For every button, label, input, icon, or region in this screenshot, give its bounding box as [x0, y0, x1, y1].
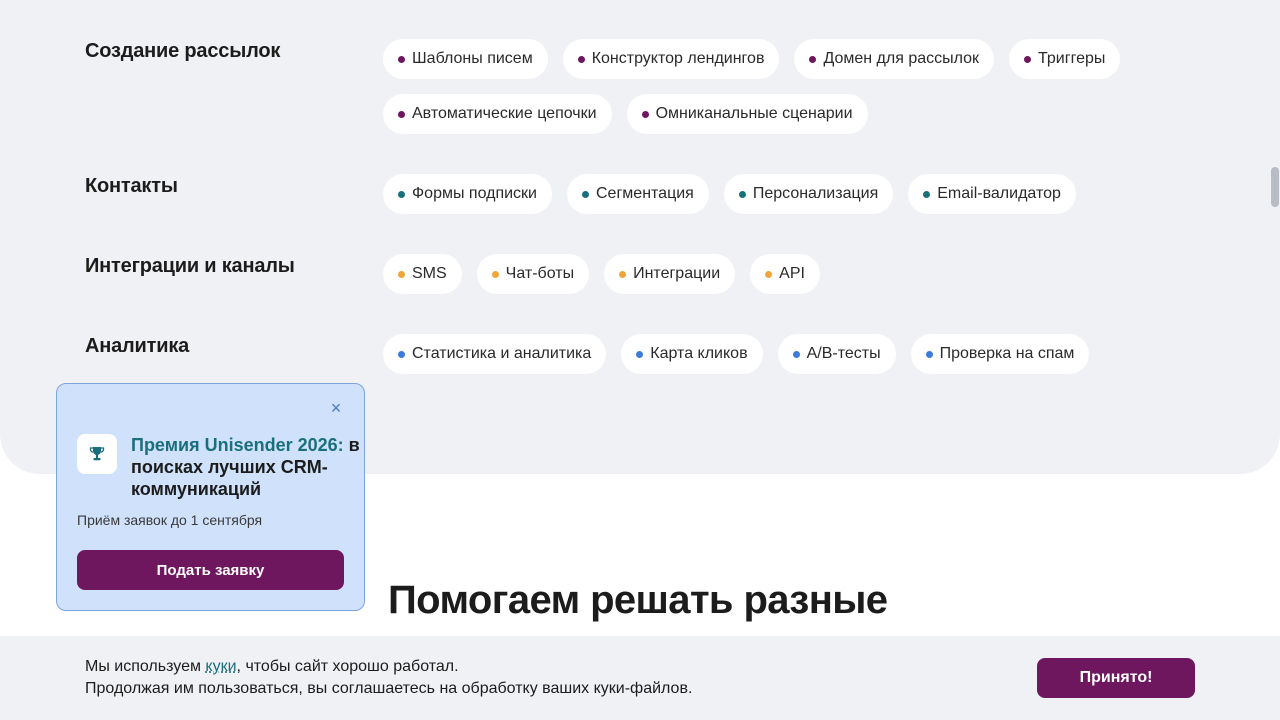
bullet-dot-icon: [1024, 55, 1032, 63]
section-heading: Помогаем решать разные: [388, 578, 888, 622]
feature-chip[interactable]: A/B-тесты: [777, 334, 896, 374]
cookie-link[interactable]: куки: [205, 658, 236, 675]
bullet-dot-icon: [619, 270, 627, 278]
trophy-icon: [77, 434, 117, 474]
feature-chip-label: A/B-тесты: [806, 345, 881, 362]
bullet-dot-icon: [398, 55, 405, 63]
feature-chip[interactable]: Конструктор лендингов: [562, 39, 780, 79]
feature-chip-label: Статистика и аналитика: [412, 345, 592, 362]
cookie-banner: Мы используем куки, чтобы сайт хорошо ра…: [0, 636, 1280, 720]
bullet-dot-icon: [636, 350, 644, 358]
feature-chip[interactable]: SMS: [383, 254, 462, 294]
bullet-dot-icon: [923, 190, 931, 198]
feature-chip-label: Формы подписки: [412, 185, 537, 202]
bullet-dot-icon: [925, 350, 933, 358]
feature-chip[interactable]: Триггеры: [1009, 39, 1121, 79]
feature-chip-label: Домен для рассылок: [823, 50, 980, 67]
section-title: Создание рассылок: [85, 40, 281, 62]
chip-list: Шаблоны писем Конструктор лендингов Домен …: [383, 39, 1203, 134]
bullet-dot-icon: [792, 350, 800, 358]
feature-chip[interactable]: Формы подписки: [383, 174, 552, 214]
chip-list: Формы подписки Сегментация Персонализация E…: [383, 174, 1203, 214]
feature-chip-label: Карта кликов: [650, 345, 748, 362]
feature-chip-label: Чат-боты: [505, 265, 575, 282]
cookie-text-start: Мы используем: [85, 658, 206, 675]
promo-popup: × Премия Unisender 2026: в поисках лучши…: [56, 383, 365, 611]
feature-chip-label: Триггеры: [1038, 50, 1106, 67]
feature-chip-label: Омниканальные сценарии: [655, 105, 853, 122]
close-icon[interactable]: ×: [328, 399, 344, 417]
feature-chip[interactable]: Шаблоны писем: [383, 39, 548, 79]
feature-chip-label: Интеграции: [633, 265, 721, 282]
feature-chip-label: API: [779, 265, 805, 282]
bullet-dot-icon: [398, 110, 405, 118]
feature-chip[interactable]: Чат-боты: [476, 254, 590, 294]
bullet-dot-icon: [491, 270, 499, 278]
promo-deadline: Приём заявок до 1 сентября: [77, 512, 263, 528]
bullet-dot-icon: [577, 55, 585, 63]
feature-chip[interactable]: Карта кликов: [621, 334, 763, 374]
cookie-text-line2: Продолжая им пользоваться, вы соглашаете…: [85, 680, 693, 697]
feature-chip-label: Сегментация: [596, 185, 694, 202]
feature-chip[interactable]: Статистика и аналитика: [383, 334, 607, 374]
feature-chip[interactable]: Сегментация: [567, 174, 709, 214]
feature-chip-label: Проверка на спам: [939, 345, 1075, 362]
bullet-dot-icon: [582, 190, 589, 198]
bullet-dot-icon: [398, 270, 405, 278]
bullet-dot-icon: [398, 350, 405, 358]
bullet-dot-icon: [641, 110, 649, 118]
feature-chip-label: Персонализация: [752, 185, 879, 202]
feature-chip[interactable]: Email-валидатор: [908, 174, 1076, 214]
feature-chip-label: Конструктор лендингов: [591, 50, 765, 67]
bullet-dot-icon: [765, 270, 773, 278]
feature-chip-label: SMS: [412, 265, 447, 282]
feature-chip[interactable]: API: [750, 254, 820, 294]
feature-chip[interactable]: Проверка на спам: [910, 334, 1090, 374]
promo-title: Премия Unisender 2026: в поисках лучших …: [131, 434, 361, 500]
promo-title-accent: Премия Unisender 2026:: [131, 435, 344, 455]
section-title: Аналитика: [85, 335, 190, 357]
scrollbar-thumb[interactable]: [1271, 167, 1279, 207]
bullet-dot-icon: [398, 190, 405, 198]
feature-chip[interactable]: Домен для рассылок: [794, 39, 995, 79]
section-title: Интеграции и каналы: [85, 255, 295, 277]
chip-list: SMS Чат-боты Интеграции API: [383, 254, 1203, 294]
feature-chip[interactable]: Омниканальные сценарии: [626, 94, 868, 134]
cookie-text-end: , чтобы сайт хорошо работал.: [236, 658, 459, 675]
feature-chip-label: Шаблоны писем: [412, 50, 533, 67]
feature-chip[interactable]: Интеграции: [604, 254, 736, 294]
feature-chip[interactable]: Персонализация: [723, 174, 894, 214]
feature-chip-label: Автоматические цепочки: [412, 105, 597, 122]
chip-list: Статистика и аналитика Карта кликов A/B-те…: [383, 334, 1203, 374]
feature-chip-label: Email-валидатор: [937, 185, 1061, 202]
feature-chip[interactable]: Автоматические цепочки: [383, 94, 612, 134]
accept-cookies-button[interactable]: Принято!: [1037, 658, 1195, 698]
bullet-dot-icon: [809, 55, 817, 63]
section-title: Контакты: [85, 175, 178, 197]
apply-button[interactable]: Подать заявку: [77, 550, 344, 590]
bullet-dot-icon: [738, 190, 746, 198]
cookie-text: Мы используем куки, чтобы сайт хорошо ра…: [85, 656, 692, 700]
